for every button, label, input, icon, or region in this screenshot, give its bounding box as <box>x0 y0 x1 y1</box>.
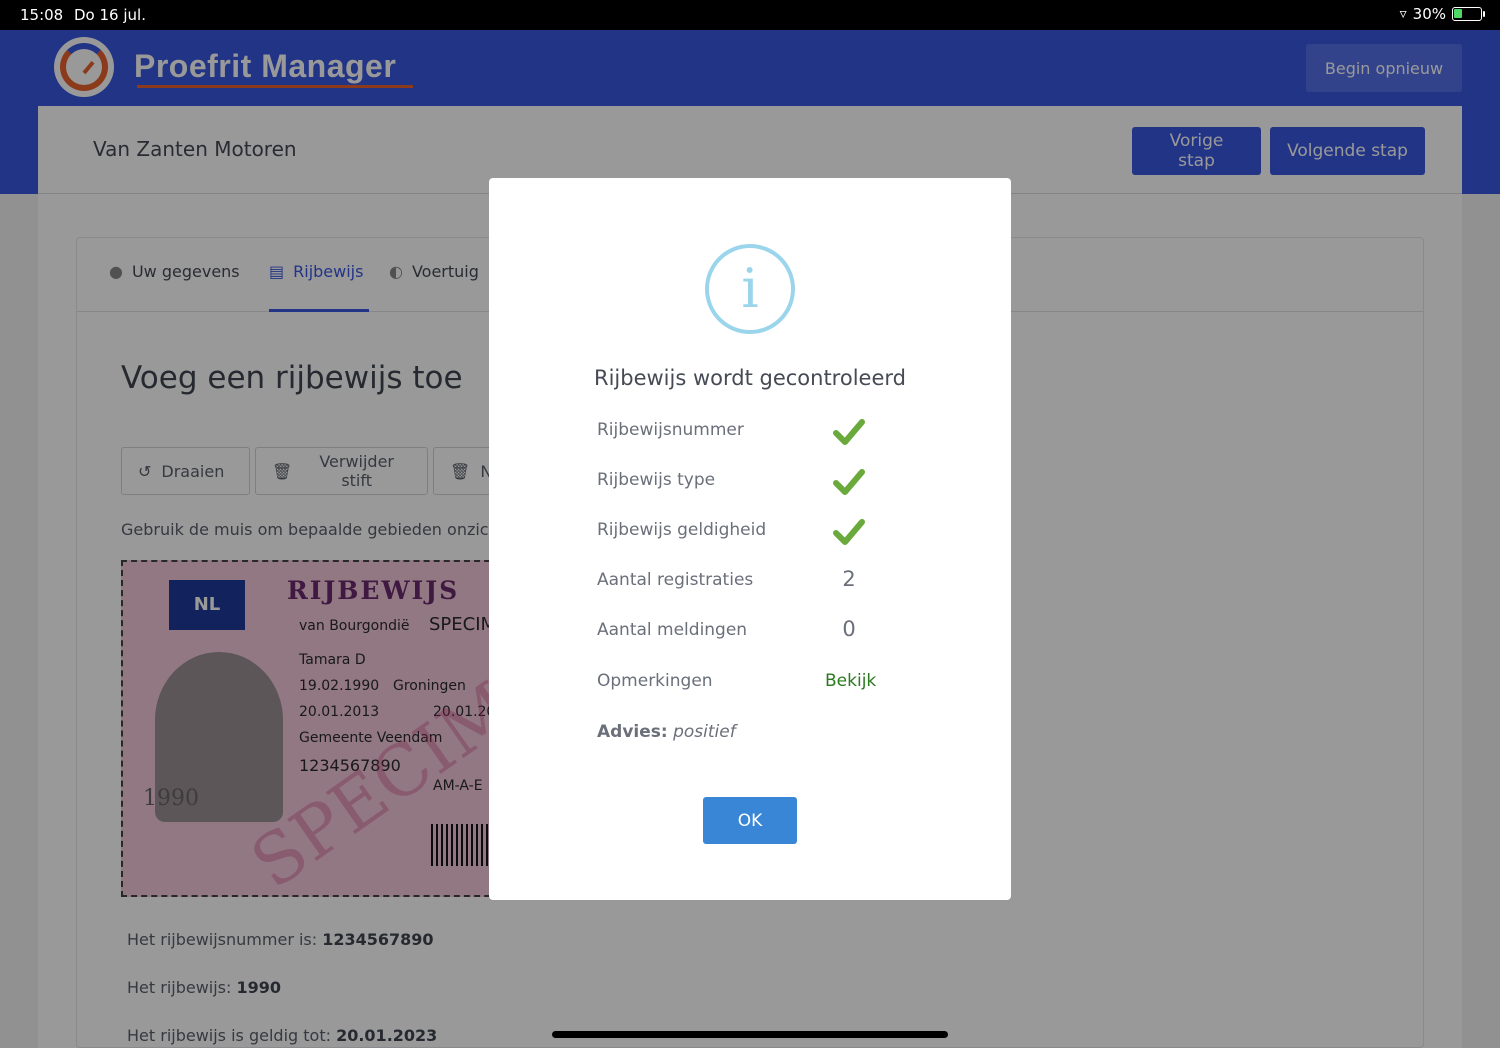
status-date: Do 16 jul. <box>74 6 146 24</box>
advice-value: positief <box>673 722 736 742</box>
status-bar: 15:08 Do 16 jul. ▿ 30% <box>0 0 1500 30</box>
row-label-registrations: Aantal registraties <box>597 570 754 590</box>
row-label-license-type: Rijbewijs type <box>597 470 716 490</box>
ok-button[interactable]: OK <box>703 797 797 844</box>
checkmark-icon <box>833 469 865 495</box>
row-label-license-validity: Rijbewijs geldigheid <box>597 520 767 540</box>
license-check-dialog: i Rijbewijs wordt gecontroleerd Rijbewij… <box>489 178 1011 900</box>
advice-label: Advies: <box>597 722 668 742</box>
battery-icon <box>1452 7 1485 21</box>
registrations-count-value: 2 <box>842 567 856 591</box>
reports-count-value: 0 <box>842 617 856 641</box>
battery-percent: 30% <box>1412 5 1446 23</box>
row-label-license-number: Rijbewijsnummer <box>597 420 744 440</box>
view-remarks-link[interactable]: Bekijk <box>825 671 876 691</box>
status-time: 15:08 <box>20 6 64 24</box>
advice-text: Advies: positief <box>597 722 736 742</box>
info-icon: i <box>705 244 795 334</box>
row-label-remarks: Opmerkingen <box>597 671 713 691</box>
home-indicator[interactable] <box>552 1031 948 1038</box>
checkmark-icon <box>833 519 865 545</box>
row-label-reports: Aantal meldingen <box>597 620 748 640</box>
dialog-title: Rijbewijs wordt gecontroleerd <box>594 366 906 390</box>
status-right: ▿ 30% <box>1399 5 1485 23</box>
wifi-icon: ▿ <box>1399 6 1407 22</box>
checkmark-icon <box>833 419 865 445</box>
